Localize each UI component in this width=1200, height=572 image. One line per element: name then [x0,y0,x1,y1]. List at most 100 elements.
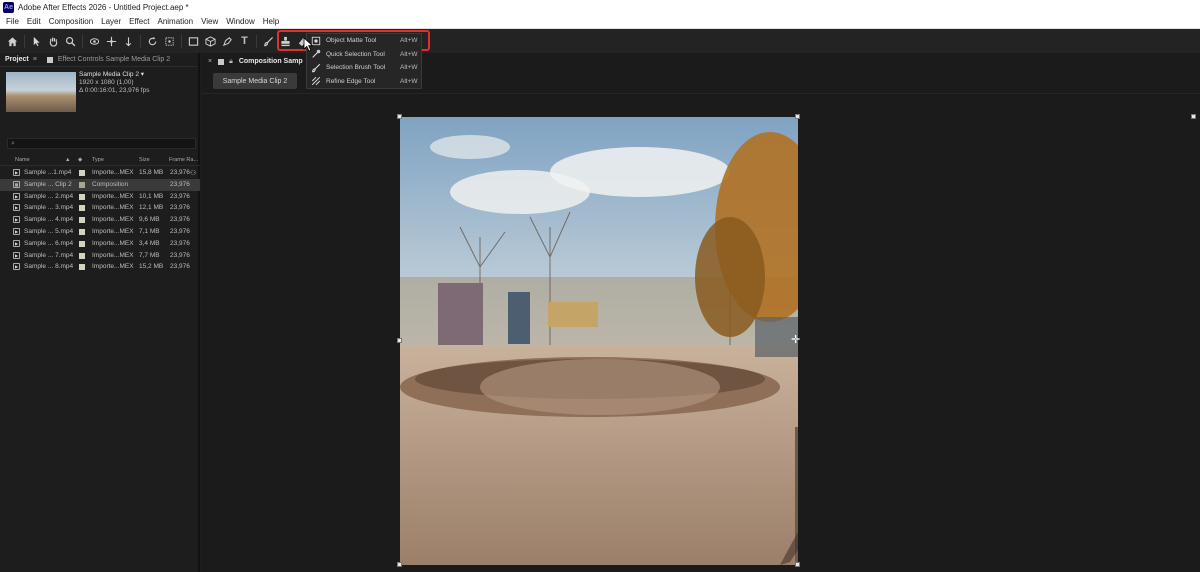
item-type: Importe...MEX [92,216,134,224]
column-frame-rate[interactable]: Frame Ra... [169,157,198,163]
list-item[interactable]: ▶ Sample ... 3.mp4 Importe...MEX 12,1 MB… [0,202,200,214]
project-search-input[interactable]: ⌕ [7,138,196,149]
type-tool-icon[interactable]: T [236,33,253,50]
item-name: Sample ... 6.mp4 [24,239,74,247]
item-type: Importe...MEX [92,204,134,212]
menu-effect[interactable]: Effect [125,15,153,29]
item-fps: 23,976 [170,216,190,224]
label-color-swatch[interactable] [79,181,85,188]
list-item[interactable]: ▶ Sample ... 7.mp4 Importe...MEX 7,7 MB … [0,250,200,262]
zoom-tool-icon[interactable] [62,33,79,50]
label-color-swatch[interactable] [79,217,85,224]
label-color-swatch[interactable] [79,170,85,176]
menu-window[interactable]: Window [222,15,258,29]
layer-handle-bottom-left[interactable] [397,562,402,567]
rectangle-tool-icon[interactable] [185,33,202,50]
label-color-swatch[interactable] [79,193,85,200]
anchor-point-icon[interactable] [161,33,178,50]
anchor-point-crosshair-icon[interactable]: ✛ [791,335,800,346]
viewer-divider [202,93,1200,94]
item-fps: 23,976 [170,263,190,271]
tab-composition[interactable]: Composition Samp [239,58,303,65]
toolbar-divider [82,34,83,48]
layer-handle-bottom-center[interactable] [795,562,800,567]
composition-viewer-frame[interactable] [400,117,798,565]
item-name: Sample ... 2.mp4 [24,192,74,200]
flyout-item-selection-brush[interactable]: Selection Brush Tool Alt+W [307,61,421,75]
label-color-swatch[interactable] [79,252,85,259]
selection-tool-icon[interactable] [28,33,45,50]
chevron-down-icon[interactable]: ▾ [141,71,144,78]
orbit-camera-icon[interactable] [86,33,103,50]
title-bar: Ae Adobe After Effects 2026 - Untitled P… [0,0,1200,15]
item-name: Sample ... 3.mp4 [24,204,74,212]
list-item[interactable]: ▶ Sample ... 6.mp4 Importe...MEX 3,4 MB … [0,238,200,250]
flyout-item-quick-selection[interactable]: Quick Selection Tool Alt+W [307,48,421,62]
menu-layer[interactable]: Layer [97,15,125,29]
project-item-info: Sample Media Clip 2 ▾ 1920 x 1080 (1,00)… [79,71,149,95]
dolly-camera-icon[interactable] [120,33,137,50]
pan-camera-icon[interactable] [103,33,120,50]
menu-help[interactable]: Help [259,15,283,29]
list-item[interactable]: ▦ Sample ... Clip 2 Composition 23,976 [0,178,200,191]
label-color-swatch[interactable] [79,205,85,212]
lock-icon[interactable]: 🔒︎ [229,58,233,66]
tab-effect-controls[interactable]: Effect Controls Sample Media Clip 2 [42,53,175,67]
column-size[interactable]: Size [139,157,150,163]
search-icon: ⌕ [11,140,15,147]
item-type: Composition [92,180,129,188]
item-size: 7,1 MB [139,227,160,235]
menu-edit[interactable]: Edit [23,15,45,29]
layer-handle-top-center[interactable] [795,114,800,119]
label-column-icon[interactable]: ◆ [78,157,82,163]
list-item[interactable]: ▶ Sample ... 4.mp4 Importe...MEX 9,6 MB … [0,214,200,226]
column-name[interactable]: Name [15,157,30,163]
menu-animation[interactable]: Animation [153,15,197,29]
item-size: 15,2 MB [139,263,164,271]
menu-composition[interactable]: Composition [45,15,97,29]
rotate-tool-icon[interactable] [144,33,161,50]
list-item[interactable]: ▶ Sample ...1.mp4 Importe...MEX 15,8 MB … [0,167,200,179]
label-color-swatch [46,56,53,63]
item-type: Importe...MEX [92,169,134,176]
menu-bar: File Edit Composition Layer Effect Anima… [0,15,1200,29]
sort-up-icon[interactable]: ▲ [65,157,70,163]
brush-tool-icon[interactable] [260,33,277,50]
layer-handle-top-left[interactable] [397,114,402,119]
selection-brush-icon [310,63,322,73]
layer-handle-top-right[interactable] [1191,114,1196,119]
hand-tool-icon[interactable] [45,33,62,50]
item-fps: 23,976 [170,227,190,235]
panel-menu-icon[interactable]: ≡ [33,56,37,63]
toolbar-divider [24,34,25,48]
flyout-item-refine-edge[interactable]: Refine Edge Tool Alt+W [307,75,421,89]
composition-subtab[interactable]: Sample Media Clip 2 [213,73,297,89]
menu-file[interactable]: File [2,15,23,29]
tab-project[interactable]: Project ≡ [0,53,42,67]
pen-tool-icon[interactable] [219,33,236,50]
tools-toolbar: T [0,29,1200,53]
close-icon[interactable]: × [208,58,212,65]
composition-panel: × 🔒︎ Composition Samp Sample Media Clip … [202,53,1200,572]
menu-view[interactable]: View [197,15,222,29]
flowchart-icon[interactable]: ⚇ [190,169,196,177]
list-item[interactable]: ▶ Sample ... 5.mp4 Importe...MEX 7,1 MB … [0,226,200,238]
extrude-3d-icon[interactable] [202,33,219,50]
list-item[interactable]: ▶ Sample ... 8.mp4 Importe...MEX 15,2 MB… [0,261,200,273]
item-size: 9,6 MB [139,216,160,224]
item-fps: 23,976 [170,180,190,188]
project-panel: Project ≡ Effect Controls Sample Media C… [0,53,200,572]
layer-handle-middle-left[interactable] [397,338,402,343]
item-size: 15,8 MB [139,169,164,176]
label-color-swatch[interactable] [79,240,85,247]
home-icon[interactable] [4,33,21,50]
list-item[interactable]: ▶ Sample ... 2.mp4 Importe...MEX 10,1 MB… [0,191,200,203]
project-list-header: Name ▲ ◆ Type Size Frame Ra... [0,155,200,166]
flyout-label: Selection Brush Tool [326,64,386,72]
label-color-swatch[interactable] [79,264,85,271]
label-color-swatch[interactable] [79,228,85,235]
project-thumbnail [6,72,76,112]
item-fps: 23,976 [170,169,190,176]
column-type[interactable]: Type [92,157,104,163]
flyout-item-object-matte[interactable]: Object Matte Tool Alt+W [307,34,421,48]
